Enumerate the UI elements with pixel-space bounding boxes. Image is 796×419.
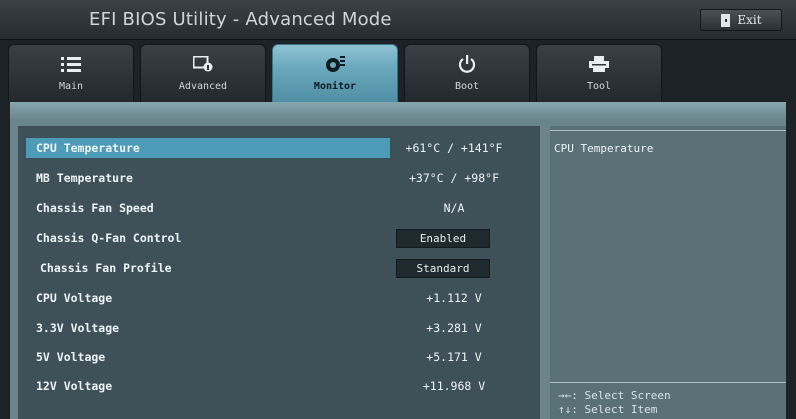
tab-main-label: Main (58, 81, 84, 92)
setting-value: +1.112 V (426, 291, 482, 305)
help-divider-top (550, 130, 786, 131)
fan-profile-select[interactable]: Standard (396, 259, 490, 278)
settings-list: CPU Temperature +61°C / +141°F MB Temper… (18, 126, 540, 419)
setting-mb-temperature[interactable]: MB Temperature +37°C / +98°F (26, 168, 532, 188)
setting-label: Chassis Fan Profile (40, 261, 172, 275)
setting-value: +5.171 V (426, 350, 482, 364)
setting-label: 12V Voltage (36, 379, 113, 393)
setting-label: MB Temperature (36, 171, 133, 185)
setting-12v-voltage[interactable]: 12V Voltage +11.968 V (26, 376, 532, 396)
hint-select-screen: →←: Select Screen (558, 389, 671, 402)
setting-label: 5V Voltage (36, 350, 106, 364)
setting-3v3-voltage[interactable]: 3.3V Voltage +3.281 V (26, 318, 532, 338)
setting-cpu-voltage[interactable]: CPU Voltage +1.112 V (26, 288, 532, 308)
window-title: EFI BIOS Utility - Advanced Mode (89, 9, 392, 30)
help-title: CPU Temperature (554, 142, 654, 155)
power-icon (458, 54, 476, 74)
help-divider-bottom (550, 382, 786, 383)
setting-label: 3.3V Voltage (36, 321, 120, 335)
tab-tool-label: Tool (586, 81, 612, 92)
monitor-icon (324, 54, 346, 74)
advanced-icon (193, 54, 213, 74)
tab-tool[interactable]: Tool (536, 44, 662, 102)
exit-label: Exit (737, 13, 762, 27)
setting-value: +11.968 V (422, 379, 486, 393)
main-panel-header (10, 102, 786, 120)
hint-select-item: ↑↓: Select Item (558, 403, 658, 416)
setting-cpu-temperature[interactable]: CPU Temperature +61°C / +141°F (26, 138, 532, 158)
list-icon (61, 54, 81, 74)
setting-value: +61°C / +141°F (405, 141, 503, 155)
setting-5v-voltage[interactable]: 5V Voltage +5.171 V (26, 347, 532, 367)
tab-monitor-label: Monitor (313, 81, 357, 92)
tab-advanced-label: Advanced (178, 81, 228, 92)
setting-label: CPU Voltage (36, 291, 113, 305)
main-panel: CPU Temperature +61°C / +141°F MB Temper… (10, 102, 786, 419)
tab-boot[interactable]: Boot (404, 44, 530, 102)
tab-monitor[interactable]: Monitor (272, 44, 398, 102)
help-panel: CPU Temperature →←: Select Screen ↑↓: Se… (550, 126, 786, 419)
tab-bar: Main Advanced Monitor Boot Tool (0, 44, 796, 102)
tab-boot-label: Boot (454, 81, 480, 92)
printer-icon (589, 54, 609, 74)
setting-value: +37°C / +98°F (408, 171, 499, 185)
exit-button[interactable]: Exit (700, 9, 782, 31)
title-bar: EFI BIOS Utility - Advanced Mode Exit (0, 0, 796, 40)
setting-chassis-qfan-control[interactable]: Chassis Q-Fan Control Enabled (26, 228, 532, 248)
setting-value: +3.281 V (426, 321, 482, 335)
tab-advanced[interactable]: Advanced (140, 44, 266, 102)
qfan-control-select[interactable]: Enabled (396, 229, 490, 248)
setting-chassis-fan-speed[interactable]: Chassis Fan Speed N/A (26, 198, 532, 218)
exit-icon (721, 13, 731, 27)
setting-chassis-fan-profile[interactable]: Chassis Fan Profile Standard (26, 258, 532, 278)
setting-label: Chassis Fan Speed (36, 201, 154, 215)
tab-main[interactable]: Main (8, 44, 134, 102)
setting-label: CPU Temperature (36, 141, 140, 155)
setting-value: N/A (443, 201, 465, 215)
setting-label: Chassis Q-Fan Control (36, 231, 182, 245)
